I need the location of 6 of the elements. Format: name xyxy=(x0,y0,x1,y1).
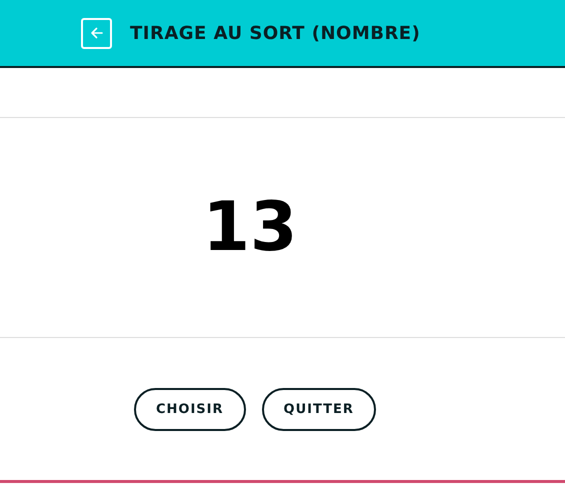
page-title: TIRAGE AU SORT (NOMBRE) xyxy=(130,22,420,46)
back-arrow-icon xyxy=(88,25,104,41)
drawn-number: 13 xyxy=(202,188,298,266)
quit-button[interactable]: QUITTER xyxy=(262,388,376,431)
choose-button[interactable]: CHOISIR xyxy=(134,388,246,431)
back-button[interactable] xyxy=(81,18,112,48)
